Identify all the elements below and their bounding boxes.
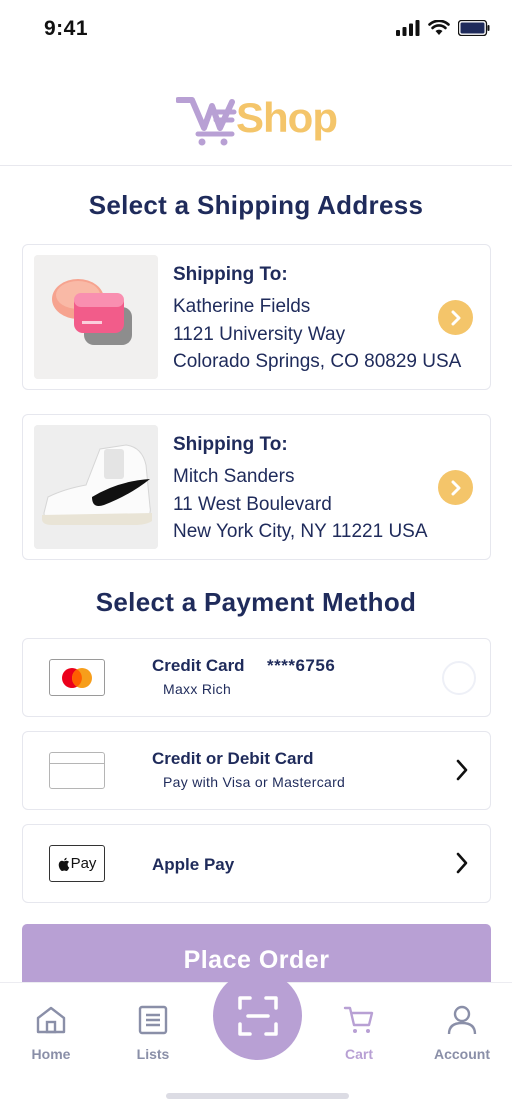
address-text-1: Shipping To: Katherine Fields 1121 Unive… [173, 263, 461, 376]
shipping-to-label: Shipping To: [173, 264, 288, 285]
payment-subtitle: Pay with Visa or Mastercard [163, 774, 346, 790]
apple-pay-icon: Pay [49, 845, 105, 882]
shipping-to-label: Shipping To: [173, 434, 288, 455]
tab-cart[interactable]: Cart [319, 1005, 399, 1062]
chevron-right-icon[interactable] [454, 851, 470, 875]
card-number-masked: ****6756 [267, 656, 336, 675]
apple-pay-text: Pay [70, 855, 97, 872]
scan-icon [237, 995, 278, 1036]
app-header: Shop [0, 60, 512, 166]
tab-lists[interactable]: Lists [113, 1005, 193, 1062]
street-address: 11 West Boulevard [173, 493, 332, 515]
tab-label: Cart [344, 1046, 373, 1062]
tab-label: Account [434, 1046, 490, 1062]
battery-icon [458, 20, 490, 36]
list-icon [138, 1005, 168, 1035]
tab-label: Lists [136, 1046, 170, 1062]
city-state-zip: Colorado Springs, CO 80829 USA [173, 351, 462, 372]
home-indicator [166, 1093, 349, 1099]
tab-label: Home [31, 1046, 71, 1062]
payment-option-apple-pay[interactable]: Pay Apple Pay [22, 824, 491, 903]
tab-home[interactable]: Home [11, 1005, 91, 1062]
select-address-button[interactable] [438, 300, 473, 335]
address-card-1[interactable]: Shipping To: Katherine Fields 1121 Unive… [22, 244, 491, 390]
tab-account[interactable]: Account [422, 1005, 502, 1062]
shipping-section-title: Select a Shipping Address [88, 190, 424, 220]
status-time: 9:41 [44, 17, 89, 40]
street-address: 1121 University Way [173, 323, 346, 345]
account-icon [447, 1005, 477, 1035]
status-bar: 9:41 [0, 0, 512, 60]
address-card-2[interactable]: Shipping To: Mitch Sanders 11 West Boule… [22, 414, 491, 560]
cart-icon [343, 1006, 374, 1033]
mastercard-icon [49, 659, 105, 696]
lip-mask-product-image [34, 255, 158, 379]
payment-title: Credit or Debit Card [152, 749, 314, 768]
recipient-name: Mitch Sanders [173, 466, 295, 487]
wifi-icon [428, 20, 450, 35]
payment-title: Credit Card [152, 656, 245, 675]
payment-section-title: Select a Payment Method [95, 587, 417, 617]
chevron-right-icon[interactable] [454, 758, 470, 782]
tab-bar: Home Lists Cart Account [0, 971, 512, 1108]
sneaker-product-image [34, 425, 158, 549]
weshop-logo[interactable]: Shop [176, 94, 346, 150]
payment-option-credit-card[interactable]: Credit Card ****6756 Maxx Rich [22, 638, 491, 717]
logo-shop-text: Shop [236, 94, 338, 141]
address-text-2: Shipping To: Mitch Sanders 11 West Boule… [173, 433, 428, 546]
chevron-right-icon [451, 480, 460, 495]
cardholder-name: Maxx Rich [163, 681, 232, 697]
scan-button[interactable] [213, 971, 302, 1060]
payment-title: Apple Pay [152, 855, 235, 874]
home-icon [36, 1006, 66, 1034]
status-icons [396, 20, 490, 36]
recipient-name: Katherine Fields [173, 296, 311, 317]
apple-logo-icon [58, 857, 69, 871]
signal-icon [396, 20, 420, 36]
chevron-right-icon [451, 310, 460, 325]
payment-radio[interactable] [442, 661, 476, 695]
card-icon [49, 752, 105, 789]
city-state-zip: New York City, NY 11221 USA [173, 521, 428, 542]
payment-option-credit-debit[interactable]: Credit or Debit Card Pay with Visa or Ma… [22, 731, 491, 810]
select-address-button[interactable] [438, 470, 473, 505]
